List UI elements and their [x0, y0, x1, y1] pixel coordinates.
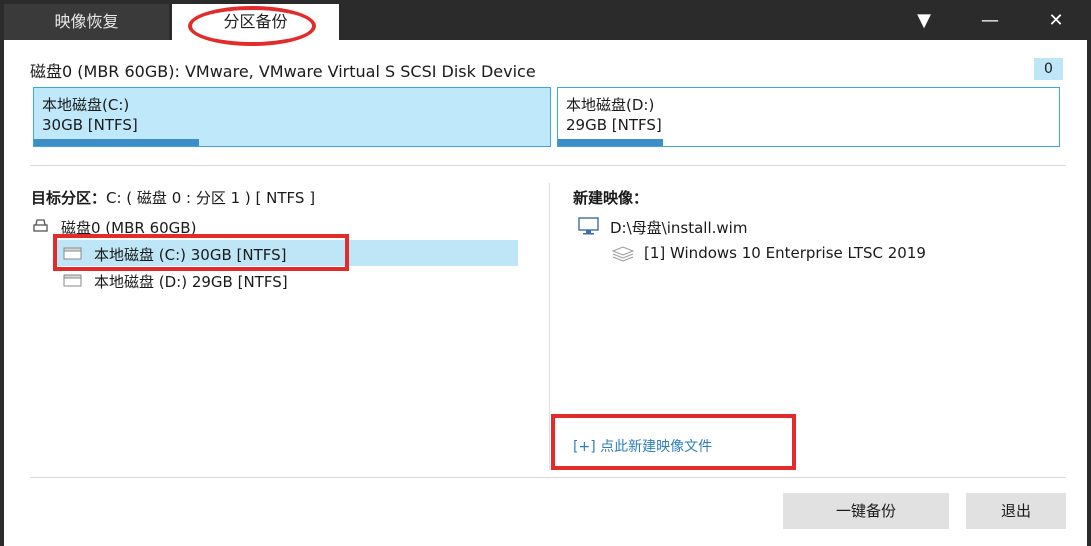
divider-top [30, 165, 1066, 166]
partition-c-box[interactable]: 本地磁盘(C:) 30GB [NTFS] [33, 87, 551, 147]
highlight-ellipse [188, 6, 316, 46]
monitor-icon [578, 217, 599, 235]
window-frame-left [0, 40, 4, 546]
window-frame-right [1087, 40, 1091, 546]
partition-d-name: 本地磁盘(D:) [566, 96, 655, 114]
tab-image-restore[interactable]: 映像恢复 [4, 4, 169, 40]
partition-d-usage-bar [558, 139, 664, 146]
new-image-title: 新建映像： [573, 189, 649, 207]
tree-item-d[interactable]: 本地磁盘 (D:) 29GB [NTFS] [94, 271, 288, 292]
disk-icon [33, 219, 48, 232]
disk-index-badge: 0 [1034, 58, 1063, 80]
partition-c-name: 本地磁盘(C:) [42, 96, 130, 114]
panel-divider [549, 183, 550, 470]
partition-c-usage-bar [34, 139, 200, 146]
partition-c-size: 30GB [NTFS] [42, 116, 138, 134]
one-click-backup-button[interactable]: 一键备份 [783, 493, 949, 529]
minimize-icon[interactable]: — [970, 6, 1010, 36]
divider-bottom [30, 477, 1066, 478]
image-entry[interactable]: [1] Windows 10 Enterprise LTSC 2019 [644, 244, 926, 262]
target-partition-value: C: ( 磁盘 0 : 分区 1 ) [ NTFS ] [106, 189, 316, 207]
menu-dropdown-icon[interactable]: ▼ [904, 6, 944, 36]
target-partition-header: 目标分区：C: ( 磁盘 0 : 分区 1 ) [ NTFS ] [31, 187, 315, 208]
image-layers-icon [611, 246, 635, 262]
partition-c-icon [63, 247, 82, 260]
partition-d-size: 29GB [NTFS] [566, 116, 662, 134]
target-partition-title: 目标分区： [31, 189, 107, 207]
image-file-path[interactable]: D:\母盘\install.wim [610, 217, 747, 238]
tree-item-c[interactable]: 本地磁盘 (C:) 30GB [NTFS] [94, 244, 287, 265]
exit-button[interactable]: 退出 [966, 493, 1066, 529]
disk-label: 磁盘0 (MBR 60GB): VMware, VMware Virtual S… [30, 62, 536, 81]
partition-d-icon [63, 274, 82, 287]
new-image-link[interactable]: [+] 点此新建映像文件 [573, 436, 712, 456]
close-icon[interactable]: ✕ [1036, 6, 1076, 36]
partition-d-box[interactable]: 本地磁盘(D:) 29GB [NTFS] [557, 87, 1060, 147]
